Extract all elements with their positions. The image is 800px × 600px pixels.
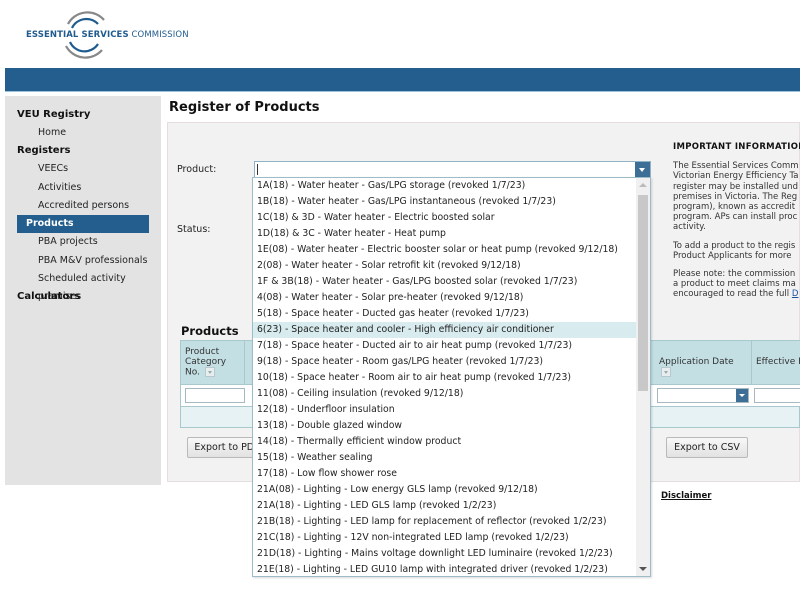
dropdown-option[interactable]: 2(08) - Water heater - Solar retrofit ki… [253,258,636,274]
sidebar-item-activities[interactable]: Activities [17,179,161,197]
dropdown-options: 1A(18) - Water heater - Gas/LPG storage … [253,178,650,576]
dropdown-option[interactable]: 6(23) - Space heater and cooler - High e… [253,322,636,338]
dropdown-option[interactable]: 1E(08) - Water heater - Electric booster… [253,242,636,258]
sidebar-item-accredited-persons[interactable]: Accredited persons [17,197,161,215]
dropdown-option[interactable]: 15(18) - Weather sealing [253,450,636,466]
dropdown-option[interactable]: 9(18) - Space heater - Room gas/LPG heat… [253,354,636,370]
dropdown-option[interactable]: 21E(18) - Lighting - LED GU10 lamp with … [253,562,636,576]
dropdown-option[interactable]: 21C(18) - Lighting - 12V non-integrated … [253,530,636,546]
sidebar-heading-registers[interactable]: Registers [5,142,161,160]
chevron-down-icon[interactable] [736,389,748,402]
product-label: Product: [177,164,217,175]
esc-logo[interactable]: ESSENTIAL SERVICES COMMISSION [26,10,196,60]
sidebar-item-veecs[interactable]: VEECs [17,160,161,178]
page-title: Register of Products [169,100,320,115]
chevron-down-icon[interactable] [635,162,650,177]
info-heading: IMPORTANT INFORMATION [673,142,800,152]
sidebar-item-products[interactable]: Products [17,215,149,234]
sidebar-item-pba-projects[interactable]: PBA projects [17,233,161,251]
scroll-down-icon[interactable] [639,567,647,571]
info-paragraph-3: Please note: the commission a product to… [673,269,799,300]
sidebar: VEU Registry Home Registers VEECs Activi… [5,96,161,485]
dropdown-option[interactable]: 5(18) - Space heater - Ducted gas heater… [253,306,636,322]
dropdown-option[interactable]: 21D(18) - Lighting - Mains voltage downl… [253,546,636,562]
product-dropdown-list[interactable]: 1A(18) - Water heater - Gas/LPG storage … [252,177,651,577]
column-header-application-date[interactable]: Application Date [655,341,752,384]
logo-text: ESSENTIAL SERVICES COMMISSION [26,30,189,40]
products-heading: Products [181,324,239,338]
dropdown-option[interactable]: 1C(18) & 3D - Water heater - Electric bo… [253,210,636,226]
dropdown-option[interactable]: 1B(18) - Water heater - Gas/LPG instanta… [253,194,636,210]
dropdown-option[interactable]: 17(18) - Low flow shower rose [253,466,636,482]
text-cursor [257,164,258,175]
filter-product-category-input[interactable] [185,388,245,403]
dropdown-option[interactable]: 12(18) - Underfloor insulation [253,402,636,418]
dropdown-option[interactable]: 1A(18) - Water heater - Gas/LPG storage … [253,178,636,194]
sidebar-item-scheduled-activity-premises[interactable]: Scheduled activity premises [17,270,161,302]
dropdown-scrollbar[interactable] [636,178,650,576]
site-header: ESSENTIAL SERVICES COMMISSION [0,0,800,68]
top-nav-bar [5,68,800,92]
dropdown-option[interactable]: 1F & 3B(18) - Water heater - Gas/LPG boo… [253,274,636,290]
dropdown-option[interactable]: 21A(18) - Lighting - LED GLS lamp (revok… [253,498,636,514]
sort-icon[interactable] [661,367,671,377]
info-paragraph-2: To add a product to the regis Product Ap… [673,240,796,261]
dropdown-option[interactable]: 13(18) - Double glazed window [253,418,636,434]
important-information: IMPORTANT INFORMATION The Essential Serv… [673,142,800,308]
dropdown-option[interactable]: 4(08) - Water heater - Solar pre-heater … [253,290,636,306]
sidebar-item-pba-mv-professionals[interactable]: PBA M&V professionals [17,252,161,270]
info-paragraph-1: The Essential Services Comm Victorian En… [673,161,799,233]
dropdown-option[interactable]: 1D(18) & 3C - Water heater - Heat pump [253,226,636,242]
dropdown-option[interactable]: 21B(18) - Lighting - LED lamp for replac… [253,514,636,530]
sort-icon[interactable] [204,367,215,377]
column-header-effective[interactable]: Effective F [752,341,800,384]
dropdown-option[interactable]: 7(18) - Space heater - Ducted air to air… [253,338,636,354]
dropdown-option[interactable]: 11(08) - Ceiling insulation (revoked 9/1… [253,386,636,402]
dropdown-option[interactable]: 14(18) - Thermally efficient window prod… [253,434,636,450]
export-csv-button[interactable]: Export to CSV [666,437,748,458]
scroll-up-icon[interactable] [639,183,647,187]
sidebar-item-home[interactable]: Home [17,124,161,142]
scrollbar-thumb[interactable] [638,195,648,391]
product-combobox[interactable] [254,161,651,178]
logo-text-light: COMMISSION [131,30,189,40]
dropdown-option[interactable]: 21A(08) - Lighting - Low energy GLS lamp… [253,482,636,498]
logo-text-strong: ESSENTIAL SERVICES [26,30,129,40]
disclaimer-inline-link[interactable]: D [792,289,799,299]
sidebar-heading-veu-registry[interactable]: VEU Registry [5,106,161,124]
status-label: Status: [177,224,211,235]
dropdown-option[interactable]: 10(18) - Space heater - Room air to air … [253,370,636,386]
column-header-product-category[interactable]: Product Category No. [181,341,245,384]
filter-effective-input[interactable] [754,388,800,403]
sidebar-heading-calculators[interactable]: Calculators [5,288,161,306]
disclaimer-link[interactable]: Disclaimer [661,491,711,501]
filter-application-date-select[interactable] [657,388,749,403]
